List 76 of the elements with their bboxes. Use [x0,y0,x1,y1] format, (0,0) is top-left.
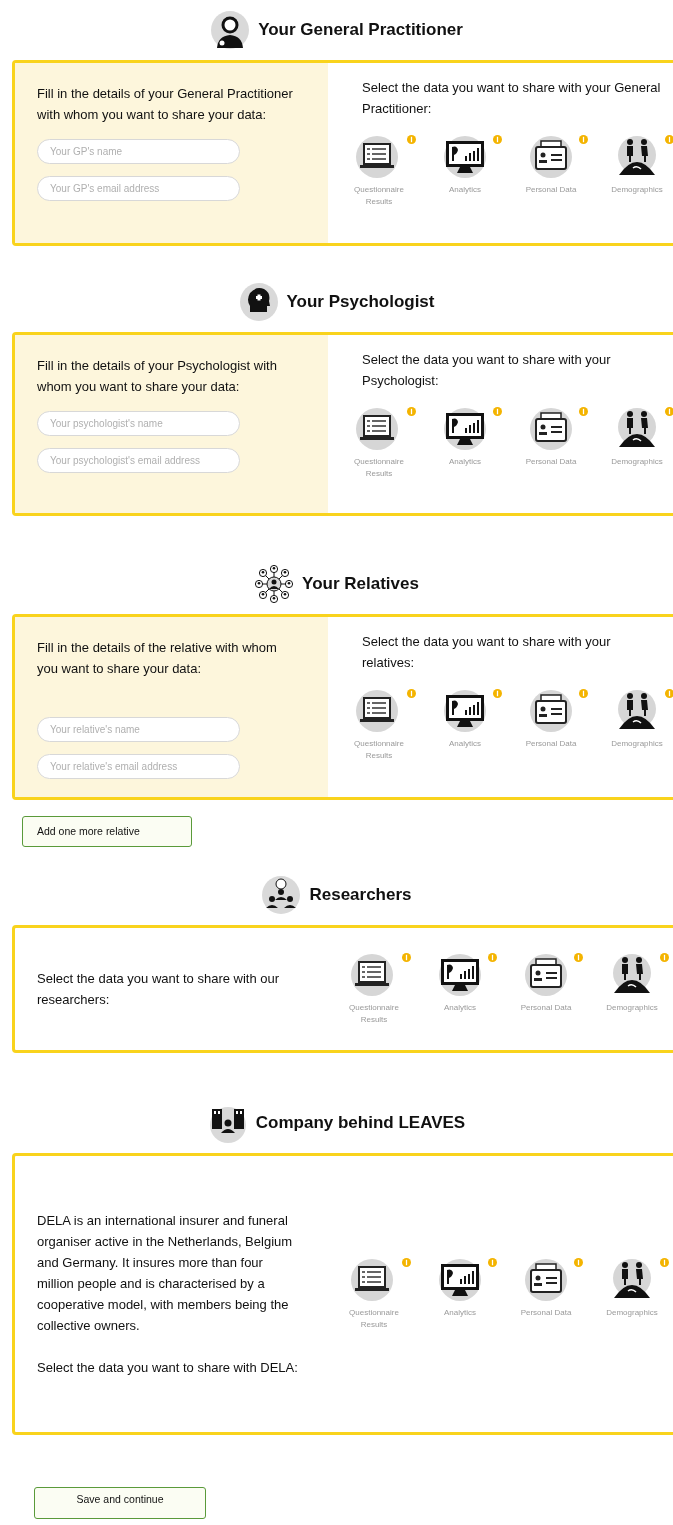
option-label[interactable]: Personal Data [518,1001,574,1014]
info-icon[interactable] [660,952,669,962]
info-icon[interactable] [402,1257,411,1267]
share-prompt: Select the data you want to share with your General Practitioner: [362,79,662,118]
section-title: Your Relatives [302,573,419,596]
section-title: Researchers [309,884,412,907]
head-icon [238,282,279,322]
info-icon[interactable] [665,689,673,698]
info-icon[interactable] [493,407,502,416]
option-label[interactable]: Questionnaire Results [346,1306,402,1331]
monitor-chart-icon [436,952,484,997]
info-icon[interactable] [407,689,416,698]
group-icon [261,875,302,915]
id-card-icon [527,407,575,451]
description-text: DELA is an international insurer and funeral organiser active in the Netherlands, Belgium and Germany. It insures more than four million people and is characterised by a cooperative model, with members being the collective owners. [37,1212,294,1335]
id-card-icon [527,135,575,179]
info-icon[interactable] [574,1257,583,1267]
network-icon [254,564,295,604]
info-icon[interactable] [488,952,497,962]
option-label[interactable]: Analytics [437,456,493,468]
text-field[interactable]: Your relative's email address [37,754,240,779]
info-icon[interactable] [579,135,588,144]
option-label[interactable]: Analytics [437,184,493,196]
monitor-chart-icon [441,135,489,179]
share-prompt: Select the data you want to share with your Psychologist: [362,351,612,390]
option-label[interactable]: Demographics [609,738,665,750]
monitor-chart-icon [441,407,489,451]
option-label[interactable]: Questionnaire Results [351,738,407,762]
id-card-icon [527,689,575,733]
info-icon[interactable] [660,1257,669,1267]
text-field[interactable]: Your psychologist's email address [37,448,240,473]
info-icon[interactable] [402,952,411,962]
description-text: Select the data you want to share with our researchers: [37,970,281,1009]
doctor-icon [210,10,251,50]
info-icon[interactable] [407,407,416,416]
section-title: Company behind LEAVES [255,1112,466,1135]
option-label[interactable]: Analytics [432,1306,488,1319]
option-label[interactable]: Questionnaire Results [346,1001,402,1026]
intro-text: Fill in the details of your Psychologist with whom you want to share your data: [37,357,278,396]
info-icon[interactable] [493,135,502,144]
info-icon[interactable] [579,689,588,698]
id-card-icon [522,1257,570,1302]
text-field[interactable]: Your GP's email address [37,176,240,201]
option-label[interactable]: Questionnaire Results [351,456,407,480]
option-label[interactable]: Personal Data [523,184,579,196]
text-field[interactable]: Your relative's name [37,717,240,742]
save-button[interactable]: Save and continue [34,1487,206,1519]
text-field[interactable]: Your psychologist's name [37,411,240,436]
id-card-icon [522,952,570,997]
info-icon[interactable] [579,407,588,416]
option-label[interactable]: Analytics [437,738,493,750]
intro-text: Fill in the details of your General Practitioner with whom you want to share your data: [37,85,294,124]
info-icon[interactable] [493,689,502,698]
section-title: Your General Practitioner [258,19,463,42]
option-label[interactable]: Questionnaire Results [351,184,407,208]
option-label[interactable]: Demographics [609,184,665,196]
option-label[interactable]: Personal Data [523,456,579,468]
option-label[interactable]: Personal Data [518,1306,574,1319]
text-field[interactable]: Your GP's name [37,139,240,164]
monitor-chart-icon [436,1257,484,1302]
section-title: Your Psychologist [286,291,435,314]
description-text: Select the data you want to share with DELA: [37,1359,299,1377]
option-label[interactable]: Demographics [604,1001,660,1014]
info-icon[interactable] [665,407,673,416]
intro-text: Fill in the details of the relative with whom you want to share your data: [37,639,278,678]
option-label[interactable]: Demographics [609,456,665,468]
info-icon[interactable] [488,1257,497,1267]
info-icon[interactable] [574,952,583,962]
add-relative-button[interactable]: Add one more relative [22,816,192,847]
option-label[interactable]: Analytics [432,1001,488,1014]
option-label[interactable]: Personal Data [523,738,579,750]
option-label[interactable]: Demographics [604,1306,660,1319]
share-prompt: Select the data you want to share with your relatives: [362,633,612,672]
info-icon[interactable] [407,135,416,144]
info-icon[interactable] [665,135,673,144]
monitor-chart-icon [441,689,489,733]
